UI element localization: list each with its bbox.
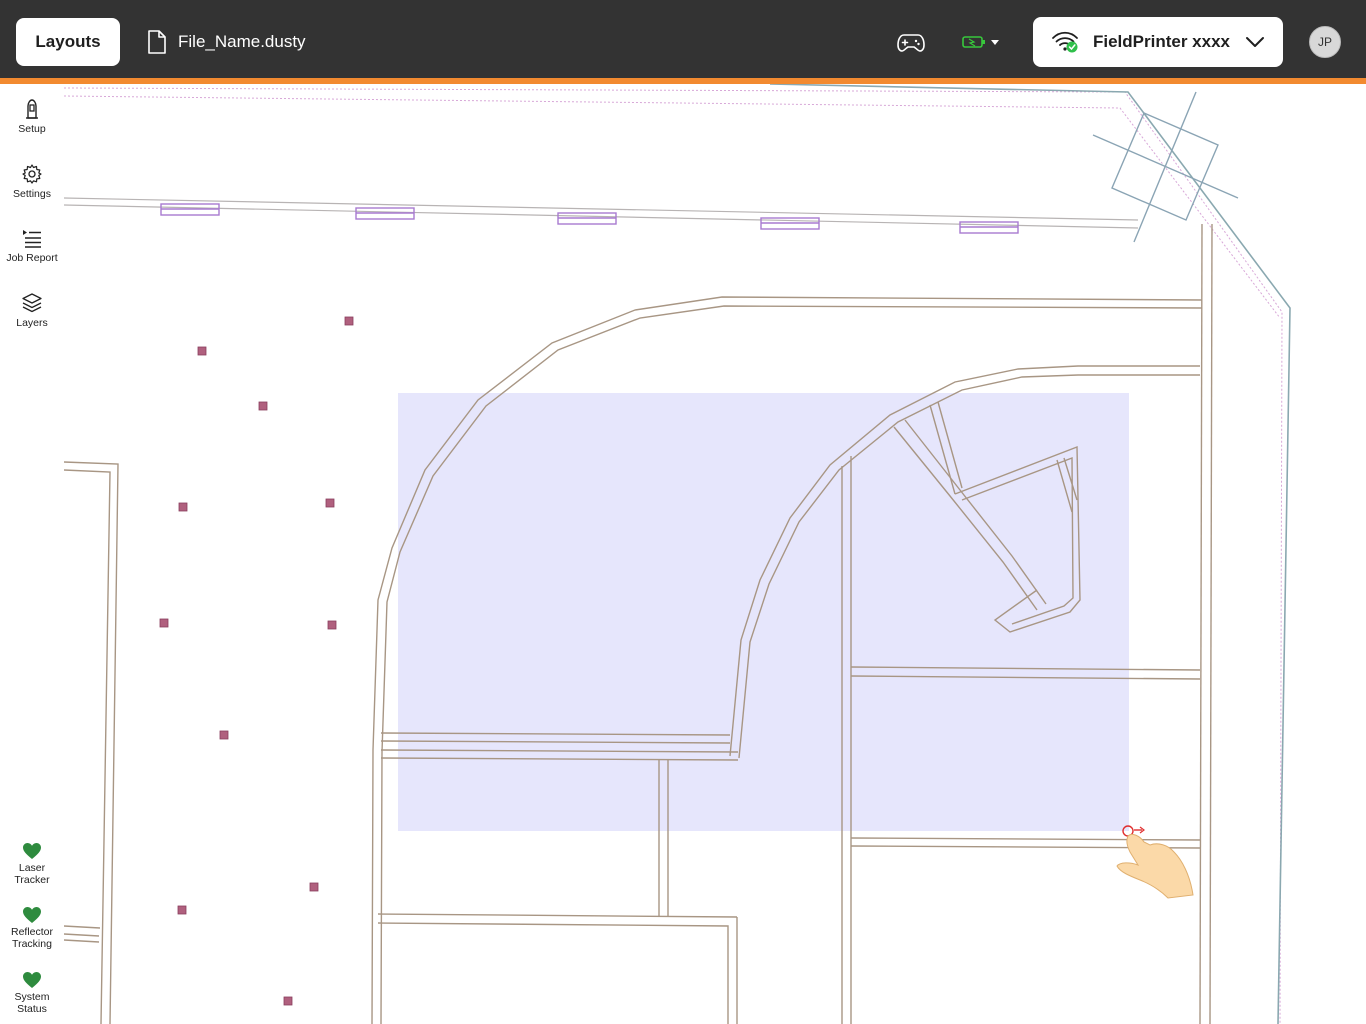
status-label-line1: Reflector — [10, 926, 53, 938]
sidebar-item-label: Setup — [18, 123, 46, 135]
top-bar: Layouts File_Name.dusty FieldPrinter xxx… — [0, 0, 1366, 78]
status-laser-tracker[interactable]: Laser Tracker — [0, 842, 64, 886]
sidebar-item-label: Settings — [13, 188, 51, 200]
sidebar: Setup Settings Job Report Layers Laser Tr… — [0, 84, 64, 1024]
wifi-connected-icon — [1052, 31, 1078, 53]
gamepad-icon[interactable] — [896, 28, 926, 56]
sidebar-item-label: Layers — [16, 317, 48, 329]
status-system-status[interactable]: System Status — [0, 971, 64, 1015]
top-rail — [64, 197, 1139, 234]
sidebar-item-label: Job Report — [6, 252, 58, 264]
sidebar-item-settings[interactable]: Settings — [0, 163, 64, 200]
status-label-line1: Laser — [18, 862, 46, 874]
file-name-label: File_Name.dusty — [146, 26, 306, 58]
chevron-down-icon — [1246, 37, 1264, 47]
sidebar-item-layers[interactable]: Layers — [0, 292, 64, 329]
caret-down-icon — [991, 40, 999, 45]
battery-status[interactable] — [962, 30, 1004, 54]
user-avatar[interactable]: JP — [1309, 26, 1341, 58]
selection-area[interactable] — [398, 393, 1129, 831]
gear-icon — [22, 164, 42, 184]
printer-name: FieldPrinter xxxx — [1093, 32, 1231, 51]
heart-icon — [23, 907, 41, 923]
battery-icon — [962, 36, 985, 48]
sidebar-item-job-report[interactable]: Job Report — [0, 227, 64, 264]
layouts-button[interactable]: Layouts — [16, 18, 120, 66]
file-name: File_Name.dusty — [178, 32, 306, 51]
hand-pointer-icon — [1116, 825, 1194, 899]
printer-selector[interactable]: FieldPrinter xxxx — [1033, 17, 1283, 67]
layers-icon — [22, 293, 42, 313]
survey-markers — [159, 316, 354, 1006]
sidebar-item-setup[interactable]: Setup — [0, 98, 64, 135]
status-reflector-tracking[interactable]: Reflector Tracking — [0, 906, 64, 950]
file-icon — [148, 30, 166, 54]
heart-icon — [23, 972, 41, 988]
tracker-icon — [26, 99, 38, 119]
layout-canvas[interactable] — [64, 84, 1366, 1024]
status-label-line1: System — [14, 991, 50, 1003]
status-label-line2: Tracking — [12, 938, 52, 950]
status-label-line2: Status — [17, 1003, 47, 1015]
status-label-line2: Tracker — [14, 874, 50, 886]
job-report-icon — [23, 230, 41, 248]
heart-icon — [23, 843, 41, 859]
